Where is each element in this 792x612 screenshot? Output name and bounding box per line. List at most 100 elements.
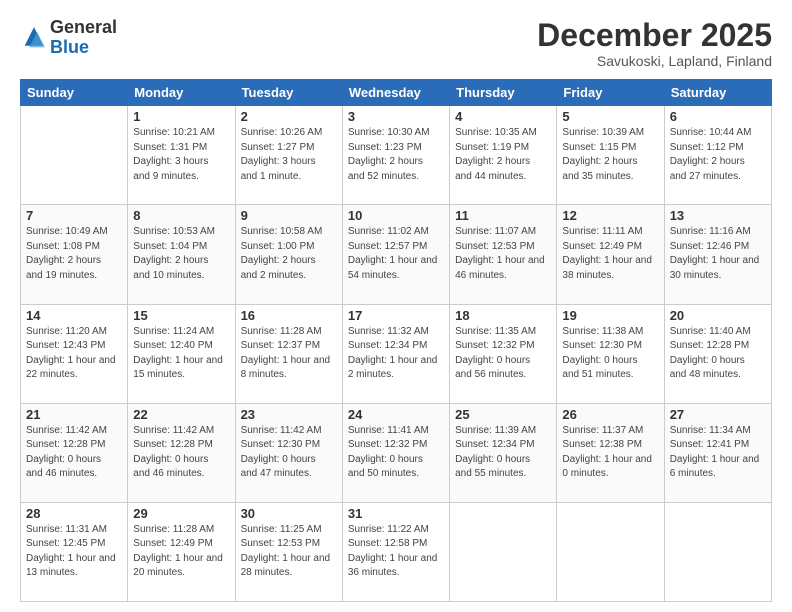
day-info: Sunrise: 11:42 AM Sunset: 12:30 PM Dayli… bbox=[241, 424, 337, 482]
day-number: 4 bbox=[455, 109, 551, 124]
weekday-header: Sunday bbox=[21, 80, 128, 106]
calendar-header-row: SundayMondayTuesdayWednesdayThursdayFrid… bbox=[21, 80, 772, 106]
calendar-cell bbox=[21, 106, 128, 205]
day-number: 30 bbox=[241, 506, 337, 521]
day-info: Sunrise: 11:16 AM Sunset: 12:46 PM Dayli… bbox=[670, 225, 766, 283]
day-info: Sunrise: 11:41 AM Sunset: 12:32 PM Dayli… bbox=[348, 424, 444, 482]
header-right: December 2025 Savukoski, Lapland, Finlan… bbox=[537, 18, 772, 69]
calendar-cell: 15 Sunrise: 11:24 AM Sunset: 12:40 PM Day… bbox=[128, 304, 235, 403]
calendar-cell: 26Sunrise: 11:37 AM Sunset: 12:38 PM Day… bbox=[557, 403, 664, 502]
day-number: 13 bbox=[670, 208, 766, 223]
day-info: Sunrise: 11:28 AM Sunset: 12:37 PM Dayli… bbox=[241, 325, 337, 383]
day-number: 28 bbox=[26, 506, 122, 521]
calendar-cell: 31Sunrise: 11:22 AM Sunset: 12:58 PM Day… bbox=[342, 502, 449, 601]
day-number: 24 bbox=[348, 407, 444, 422]
day-info: Sunrise: 10:21 AM Sunset: 1:31 PM Daylig… bbox=[133, 126, 229, 184]
day-number: 25 bbox=[455, 407, 551, 422]
day-info: Sunrise: 10:58 AM Sunset: 1:00 PM Daylig… bbox=[241, 225, 337, 283]
calendar-week-row: 7Sunrise: 10:49 AM Sunset: 1:08 PM Dayli… bbox=[21, 205, 772, 304]
day-info: Sunrise: 11:40 AM Sunset: 12:28 PM Dayli… bbox=[670, 325, 766, 383]
calendar-cell: 18Sunrise: 11:35 AM Sunset: 12:32 PM Day… bbox=[450, 304, 557, 403]
day-info: Sunrise: 11:02 AM Sunset: 12:57 PM Dayli… bbox=[348, 225, 444, 283]
page: General Blue December 2025 Savukoski, La… bbox=[0, 0, 792, 612]
day-info: Sunrise: 11:34 AM Sunset: 12:41 PM Dayli… bbox=[670, 424, 766, 482]
day-number: 1 bbox=[133, 109, 229, 124]
day-info: Sunrise: 11:07 AM Sunset: 12:53 PM Dayli… bbox=[455, 225, 551, 283]
calendar-cell: 4 Sunrise: 10:35 AM Sunset: 1:19 PM Dayli… bbox=[450, 106, 557, 205]
day-number: 31 bbox=[348, 506, 444, 521]
calendar-cell: 1 Sunrise: 10:21 AM Sunset: 1:31 PM Dayli… bbox=[128, 106, 235, 205]
day-info: Sunrise: 11:24 AM Sunset: 12:40 PM Dayli… bbox=[133, 325, 229, 383]
day-info: Sunrise: 11:31 AM Sunset: 12:45 PM Dayli… bbox=[26, 523, 122, 581]
calendar-cell: 24 Sunrise: 11:41 AM Sunset: 12:32 PM Day… bbox=[342, 403, 449, 502]
day-number: 27 bbox=[670, 407, 766, 422]
day-number: 12 bbox=[562, 208, 658, 223]
day-number: 16 bbox=[241, 308, 337, 323]
day-number: 26 bbox=[562, 407, 658, 422]
weekday-header: Tuesday bbox=[235, 80, 342, 106]
calendar-cell: 20Sunrise: 11:40 AM Sunset: 12:28 PM Day… bbox=[664, 304, 771, 403]
logo-general: General bbox=[50, 17, 117, 37]
day-info: Sunrise: 11:38 AM Sunset: 12:30 PM Dayli… bbox=[562, 325, 658, 383]
weekday-header: Thursday bbox=[450, 80, 557, 106]
calendar-cell: 16 Sunrise: 11:28 AM Sunset: 12:37 PM Day… bbox=[235, 304, 342, 403]
calendar-week-row: 28 Sunrise: 11:31 AM Sunset: 12:45 PM Day… bbox=[21, 502, 772, 601]
day-info: Sunrise: 11:42 AM Sunset: 12:28 PM Dayli… bbox=[26, 424, 122, 482]
day-info: Sunrise: 11:32 AM Sunset: 12:34 PM Dayli… bbox=[348, 325, 444, 383]
calendar-cell: 2 Sunrise: 10:26 AM Sunset: 1:27 PM Dayli… bbox=[235, 106, 342, 205]
weekday-header: Saturday bbox=[664, 80, 771, 106]
day-number: 8 bbox=[133, 208, 229, 223]
day-number: 15 bbox=[133, 308, 229, 323]
day-info: Sunrise: 10:35 AM Sunset: 1:19 PM Daylig… bbox=[455, 126, 551, 184]
day-info: Sunrise: 10:53 AM Sunset: 1:04 PM Daylig… bbox=[133, 225, 229, 283]
day-number: 10 bbox=[348, 208, 444, 223]
day-number: 19 bbox=[562, 308, 658, 323]
calendar-week-row: 14 Sunrise: 11:20 AM Sunset: 12:43 PM Day… bbox=[21, 304, 772, 403]
calendar-cell: 5 Sunrise: 10:39 AM Sunset: 1:15 PM Dayli… bbox=[557, 106, 664, 205]
calendar-cell: 9 Sunrise: 10:58 AM Sunset: 1:00 PM Dayli… bbox=[235, 205, 342, 304]
day-info: Sunrise: 10:39 AM Sunset: 1:15 PM Daylig… bbox=[562, 126, 658, 184]
calendar-table: SundayMondayTuesdayWednesdayThursdayFrid… bbox=[20, 79, 772, 602]
calendar-cell: 11Sunrise: 11:07 AM Sunset: 12:53 PM Day… bbox=[450, 205, 557, 304]
day-number: 7 bbox=[26, 208, 122, 223]
calendar-cell: 7Sunrise: 10:49 AM Sunset: 1:08 PM Dayli… bbox=[21, 205, 128, 304]
day-info: Sunrise: 11:42 AM Sunset: 12:28 PM Dayli… bbox=[133, 424, 229, 482]
calendar-cell: 8 Sunrise: 10:53 AM Sunset: 1:04 PM Dayli… bbox=[128, 205, 235, 304]
day-number: 6 bbox=[670, 109, 766, 124]
location: Savukoski, Lapland, Finland bbox=[537, 53, 772, 69]
calendar-cell: 27 Sunrise: 11:34 AM Sunset: 12:41 PM Day… bbox=[664, 403, 771, 502]
day-info: Sunrise: 11:11 AM Sunset: 12:49 PM Dayli… bbox=[562, 225, 658, 283]
logo-icon bbox=[20, 24, 48, 52]
calendar-cell: 3Sunrise: 10:30 AM Sunset: 1:23 PM Dayli… bbox=[342, 106, 449, 205]
weekday-header: Monday bbox=[128, 80, 235, 106]
day-number: 21 bbox=[26, 407, 122, 422]
calendar-cell: 19 Sunrise: 11:38 AM Sunset: 12:30 PM Day… bbox=[557, 304, 664, 403]
day-number: 2 bbox=[241, 109, 337, 124]
logo-blue: Blue bbox=[50, 37, 89, 57]
day-info: Sunrise: 11:28 AM Sunset: 12:49 PM Dayli… bbox=[133, 523, 229, 581]
day-info: Sunrise: 11:35 AM Sunset: 12:32 PM Dayli… bbox=[455, 325, 551, 383]
day-info: Sunrise: 11:39 AM Sunset: 12:34 PM Dayli… bbox=[455, 424, 551, 482]
calendar-cell: 30 Sunrise: 11:25 AM Sunset: 12:53 PM Day… bbox=[235, 502, 342, 601]
day-number: 9 bbox=[241, 208, 337, 223]
day-info: Sunrise: 11:25 AM Sunset: 12:53 PM Dayli… bbox=[241, 523, 337, 581]
logo-text: General Blue bbox=[50, 18, 117, 58]
calendar-cell: 29Sunrise: 11:28 AM Sunset: 12:49 PM Day… bbox=[128, 502, 235, 601]
calendar-cell: 6Sunrise: 10:44 AM Sunset: 1:12 PM Dayli… bbox=[664, 106, 771, 205]
logo: General Blue bbox=[20, 18, 117, 58]
calendar-week-row: 1 Sunrise: 10:21 AM Sunset: 1:31 PM Dayli… bbox=[21, 106, 772, 205]
day-info: Sunrise: 10:26 AM Sunset: 1:27 PM Daylig… bbox=[241, 126, 337, 184]
weekday-header: Wednesday bbox=[342, 80, 449, 106]
day-number: 5 bbox=[562, 109, 658, 124]
day-info: Sunrise: 11:20 AM Sunset: 12:43 PM Dayli… bbox=[26, 325, 122, 383]
weekday-header: Friday bbox=[557, 80, 664, 106]
day-number: 17 bbox=[348, 308, 444, 323]
month-title: December 2025 bbox=[537, 18, 772, 53]
calendar-cell: 10 Sunrise: 11:02 AM Sunset: 12:57 PM Day… bbox=[342, 205, 449, 304]
calendar-cell: 12 Sunrise: 11:11 AM Sunset: 12:49 PM Day… bbox=[557, 205, 664, 304]
day-info: Sunrise: 10:30 AM Sunset: 1:23 PM Daylig… bbox=[348, 126, 444, 184]
calendar-cell bbox=[450, 502, 557, 601]
calendar-cell: 13 Sunrise: 11:16 AM Sunset: 12:46 PM Day… bbox=[664, 205, 771, 304]
day-number: 14 bbox=[26, 308, 122, 323]
calendar-cell: 17 Sunrise: 11:32 AM Sunset: 12:34 PM Day… bbox=[342, 304, 449, 403]
